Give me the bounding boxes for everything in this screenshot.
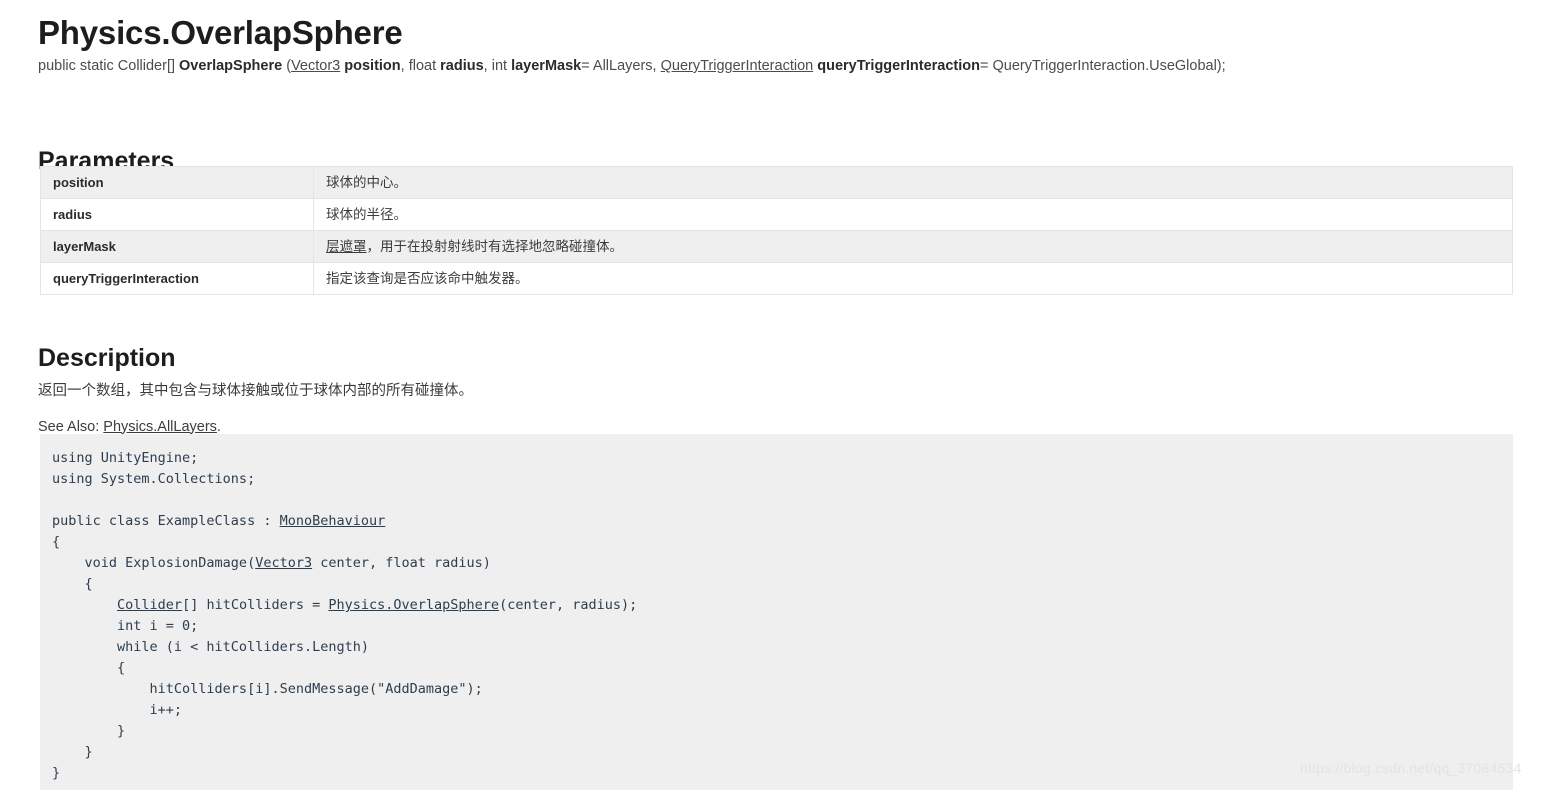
signature-sep-1: , float bbox=[400, 58, 441, 74]
parameter-description-text: 球体的中心。 bbox=[326, 174, 407, 190]
code-line-class-decl: public class ExampleClass : bbox=[52, 513, 280, 529]
code-line-while: while (i < hitColliders.Length) bbox=[52, 639, 369, 655]
code-line-method-decl-end: center, float radius) bbox=[312, 555, 491, 571]
code-line-indent bbox=[52, 597, 117, 613]
code-example-block: using UnityEngine; using System.Collecti… bbox=[40, 434, 1513, 790]
code-line-close-while-brace: } bbox=[52, 723, 126, 739]
code-line-using-unityengine: using UnityEngine; bbox=[52, 450, 199, 466]
parameter-name: layerMask bbox=[40, 230, 314, 263]
table-row: radius 球体的半径。 bbox=[40, 198, 1513, 231]
signature-method-name: OverlapSphere bbox=[179, 58, 283, 74]
code-line-open-method-brace: { bbox=[52, 576, 93, 592]
parameter-description: 指定该查询是否应该命中触发器。 bbox=[313, 262, 1513, 295]
table-row: queryTriggerInteraction 指定该查询是否应该命中触发器。 bbox=[40, 262, 1513, 295]
code-line-hitcolliders-args: (center, radius); bbox=[499, 597, 638, 613]
code-line-int-i: int i = 0; bbox=[52, 618, 199, 634]
description-heading: Description bbox=[38, 343, 176, 372]
code-line-using-collections: using System.Collections; bbox=[52, 471, 256, 487]
parameter-description-text: 球体的半径。 bbox=[326, 206, 407, 222]
signature-param-querytriggerinteraction: queryTriggerInteraction bbox=[813, 58, 980, 74]
table-row: layerMask 层遮罩，用于在投射射线时有选择地忽略碰撞体。 bbox=[40, 230, 1513, 263]
monobehaviour-link[interactable]: MonoBehaviour bbox=[280, 513, 386, 529]
signature-sep-2: , int bbox=[483, 58, 512, 74]
parameter-description-text: ，用于在投射射线时有选择地忽略碰撞体。 bbox=[366, 238, 624, 254]
page-title: Physics.OverlapSphere bbox=[38, 14, 403, 52]
code-line-hitcolliders-assign: [] hitColliders = bbox=[182, 597, 329, 613]
see-also-link[interactable]: Physics.AllLayers bbox=[103, 419, 217, 435]
signature-type-querytriggerinteraction-link[interactable]: QueryTriggerInteraction bbox=[661, 58, 814, 74]
parameter-description: 层遮罩，用于在投射射线时有选择地忽略碰撞体。 bbox=[313, 230, 1513, 263]
signature-default-alllayers: = AllLayers, bbox=[581, 58, 661, 74]
signature-type-vector3-link[interactable]: Vector3 bbox=[291, 58, 340, 74]
see-also-label: See Also: bbox=[38, 418, 104, 435]
code-line-open-while-brace: { bbox=[52, 660, 126, 676]
code-line-method-decl: void ExplosionDamage( bbox=[52, 555, 256, 571]
physics-overlapsphere-link[interactable]: Physics.OverlapSphere bbox=[328, 597, 499, 613]
parameter-name: position bbox=[40, 166, 314, 199]
parameter-description: 球体的半径。 bbox=[313, 198, 1513, 231]
signature-param-radius: radius bbox=[440, 58, 484, 74]
code-line-increment: i++; bbox=[52, 702, 183, 718]
parameter-description-text: 指定该查询是否应该命中触发器。 bbox=[326, 270, 529, 286]
code-line-close-method-brace: } bbox=[52, 744, 93, 760]
signature-prefix: public static Collider[] bbox=[38, 58, 180, 74]
collider-link[interactable]: Collider bbox=[117, 597, 182, 613]
code-content: using UnityEngine; using System.Collecti… bbox=[52, 448, 1513, 784]
method-signature: public static Collider[] OverlapSphere (… bbox=[38, 56, 1226, 76]
signature-param-position: position bbox=[340, 58, 401, 74]
code-line-open-class-brace: { bbox=[52, 534, 61, 550]
signature-default-useglobal: = QueryTriggerInteraction.UseGlobal); bbox=[980, 58, 1226, 74]
code-line-close-class-brace: } bbox=[52, 765, 61, 781]
parameters-table: position 球体的中心。 radius 球体的半径。 layerMask … bbox=[40, 166, 1513, 295]
parameter-description: 球体的中心。 bbox=[313, 166, 1513, 199]
documentation-page: Physics.OverlapSphere public static Coll… bbox=[0, 0, 1560, 790]
description-body: 返回一个数组，其中包含与球体接触或位于球体内部的所有碰撞体。 bbox=[38, 382, 473, 399]
parameter-name: queryTriggerInteraction bbox=[40, 262, 314, 295]
code-line-sendmessage: hitColliders[i].SendMessage("AddDamage")… bbox=[52, 681, 483, 697]
signature-param-layermask: layerMask bbox=[511, 58, 582, 74]
table-row: position 球体的中心。 bbox=[40, 166, 1513, 199]
layer-mask-link[interactable]: 层遮罩 bbox=[326, 239, 367, 254]
signature-open-paren: ( bbox=[282, 58, 292, 74]
see-also-suffix: . bbox=[216, 418, 221, 435]
parameter-name: radius bbox=[40, 198, 314, 231]
vector3-link[interactable]: Vector3 bbox=[255, 555, 312, 571]
